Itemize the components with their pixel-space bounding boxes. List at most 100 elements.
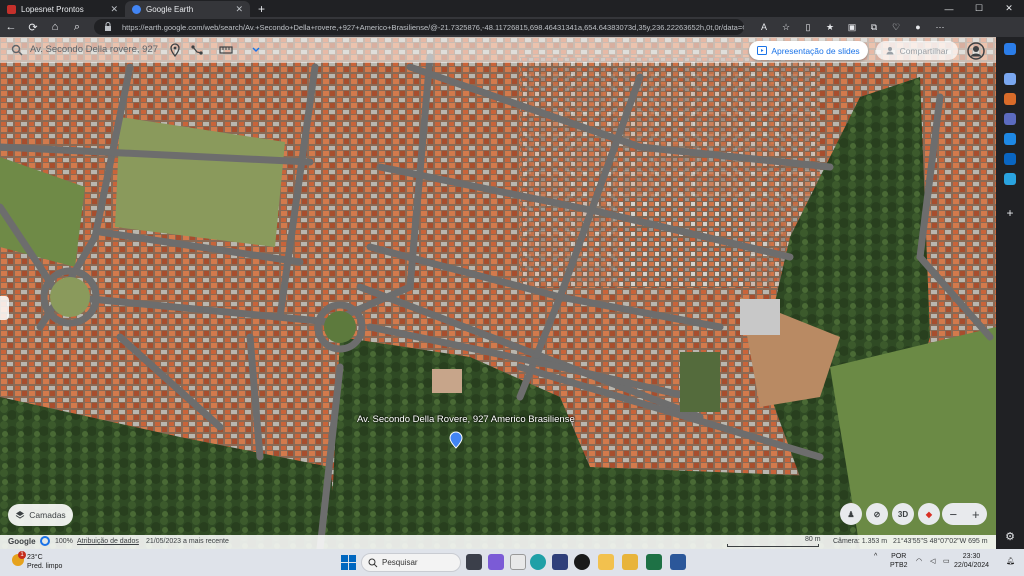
app-purple-icon[interactable] bbox=[488, 554, 504, 570]
collections-icon[interactable]: ▣ bbox=[844, 19, 860, 35]
earth-top-bar: Av. Secondo Della rovere, 927 Ameri Apre… bbox=[0, 37, 996, 63]
share-button[interactable]: Compartilhar bbox=[876, 41, 958, 60]
scale-bar bbox=[727, 544, 819, 547]
clock-time: 23:30 bbox=[962, 553, 981, 560]
imagery-date: 21/05/2023 a mais recente bbox=[146, 538, 229, 545]
close-icon[interactable]: ✕ bbox=[110, 4, 118, 15]
show-hidden-icons[interactable]: ^ bbox=[874, 552, 877, 561]
placemark-pin-icon[interactable] bbox=[449, 431, 463, 449]
folder-icon[interactable] bbox=[622, 554, 638, 570]
excel-icon[interactable] bbox=[646, 554, 662, 570]
data-attribution-link[interactable]: Atribuição de dados bbox=[77, 538, 139, 545]
street-view-button[interactable]: ♟ bbox=[840, 503, 862, 525]
camera-altitude: Câmera: 1.353 m bbox=[833, 538, 888, 545]
compass-icon: ⊘ bbox=[873, 509, 881, 519]
path-tool-icon[interactable] bbox=[190, 43, 204, 57]
refresh-icon[interactable]: ⟳ bbox=[22, 21, 44, 34]
home-icon[interactable]: ⌂ bbox=[44, 21, 66, 33]
outlook-icon[interactable] bbox=[1004, 153, 1016, 165]
site-info-icon[interactable] bbox=[104, 22, 112, 31]
store-icon[interactable] bbox=[552, 554, 568, 570]
search-icon[interactable]: ⌕ bbox=[66, 21, 88, 34]
keyboard-layout-label: PTB2 bbox=[890, 562, 908, 569]
dell-icon[interactable] bbox=[574, 554, 590, 570]
slideshow-button[interactable]: Apresentação de slides bbox=[749, 41, 868, 60]
google-earth-icon bbox=[132, 4, 141, 14]
window-controls: — ☐ ✕ bbox=[934, 0, 1024, 17]
url-text: https://earth.google.com/web/search/Av.+… bbox=[122, 22, 744, 32]
tab-lopesnet[interactable]: Lopesnet Prontos ✕ bbox=[0, 1, 125, 17]
address-bar[interactable]: https://earth.google.com/web/search/Av.+… bbox=[94, 19, 744, 35]
tag-icon[interactable] bbox=[1004, 73, 1016, 85]
favorite-star-icon[interactable]: ☆ bbox=[778, 19, 794, 35]
tools-icon[interactable] bbox=[1004, 113, 1016, 125]
taskbar-search-placeholder: Pesquisar bbox=[382, 558, 418, 567]
satellite-map[interactable] bbox=[0, 37, 996, 549]
app-generic-icon[interactable] bbox=[510, 554, 526, 570]
location-pin-icon[interactable] bbox=[168, 43, 182, 57]
account-icon[interactable] bbox=[966, 41, 986, 61]
extensions-icon[interactable]: ⧉ bbox=[866, 19, 882, 35]
notifications-bell-icon[interactable]: 🔔︎ bbox=[1006, 557, 1015, 566]
weather-description: Pred. limpo bbox=[27, 563, 63, 570]
wifi-icon[interactable]: ◠ bbox=[916, 557, 922, 566]
zoom-in-button[interactable]: + bbox=[972, 507, 980, 522]
placemark-label[interactable]: Av. Secondo Della Rovere, 927 Americo Br… bbox=[357, 414, 575, 425]
new-tab-button[interactable]: + bbox=[250, 1, 273, 17]
read-aloud-icon[interactable]: A bbox=[756, 19, 772, 35]
tab-google-earth[interactable]: Google Earth ✕ bbox=[125, 1, 250, 17]
layers-button[interactable]: Camadas bbox=[8, 504, 73, 526]
shopping-icon[interactable] bbox=[1004, 93, 1016, 105]
chevron-down-icon[interactable] bbox=[249, 43, 263, 57]
close-icon[interactable]: ✕ bbox=[235, 4, 243, 15]
battery-icon[interactable]: ▭ bbox=[943, 557, 950, 566]
toggle-3d-label: 3D bbox=[897, 509, 909, 519]
language-label: POR bbox=[891, 553, 907, 560]
more-icon[interactable]: ⋯ bbox=[932, 19, 948, 35]
north-arrow-icon: ◆ bbox=[925, 509, 933, 519]
compass-button[interactable]: ⊘ bbox=[866, 503, 888, 525]
clock[interactable]: 23:30 22/04/2024 bbox=[954, 552, 989, 570]
copilot-icon[interactable] bbox=[1004, 43, 1016, 55]
toggle-3d-button[interactable]: 3D bbox=[892, 503, 914, 525]
edge-sidebar: + ⚙ bbox=[996, 37, 1024, 549]
edge-icon[interactable] bbox=[530, 554, 546, 570]
heart-icon[interactable]: ♡ bbox=[888, 19, 904, 35]
scale-label: 80 m bbox=[805, 536, 821, 543]
add-sidebar-app-icon[interactable]: + bbox=[1004, 207, 1016, 219]
microsoft365-icon[interactable] bbox=[1004, 133, 1016, 145]
north-arrow-button[interactable]: ◆ bbox=[918, 503, 940, 525]
input-language[interactable]: POR PTB2 bbox=[890, 552, 908, 570]
volume-icon[interactable]: ◁ bbox=[930, 557, 935, 566]
person-add-icon bbox=[886, 47, 894, 55]
profile-icon[interactable]: ● bbox=[910, 19, 926, 35]
layers-icon bbox=[16, 511, 25, 519]
taskbar-search[interactable]: Pesquisar bbox=[361, 553, 461, 572]
task-view-icon[interactable] bbox=[466, 554, 482, 570]
clock-date: 22/04/2024 bbox=[954, 562, 990, 569]
zoom-control: − + bbox=[942, 503, 987, 525]
split-screen-icon[interactable]: ▯ bbox=[800, 19, 816, 35]
close-window-icon[interactable]: ✕ bbox=[994, 0, 1024, 17]
word-icon[interactable] bbox=[670, 554, 686, 570]
telegram-icon[interactable] bbox=[1004, 173, 1016, 185]
zoom-out-button[interactable]: − bbox=[949, 507, 957, 522]
windows-start-icon[interactable] bbox=[341, 555, 356, 570]
ruler-icon[interactable] bbox=[219, 43, 233, 57]
loading-progress-icon bbox=[40, 536, 50, 546]
minimize-icon[interactable]: — bbox=[934, 0, 964, 17]
sidebar-expand-handle[interactable] bbox=[0, 296, 9, 320]
status-bar: Google 100% Atribuição de dados 21/05/20… bbox=[0, 535, 996, 549]
maximize-icon[interactable]: ☐ bbox=[964, 0, 994, 17]
settings-gear-icon[interactable]: ⚙ bbox=[1004, 531, 1016, 543]
map-viewport[interactable] bbox=[0, 37, 996, 549]
tab-strip: Lopesnet Prontos ✕ Google Earth ✕ + — ☐ … bbox=[0, 0, 1024, 17]
layers-label: Camadas bbox=[29, 510, 66, 520]
search-input[interactable]: Av. Secondo Della rovere, 927 Ameri bbox=[30, 44, 160, 55]
back-icon[interactable]: ← bbox=[0, 21, 22, 33]
file-explorer-icon[interactable] bbox=[598, 554, 614, 570]
tab-title: Google Earth bbox=[146, 4, 194, 14]
favorites-icon[interactable]: ★ bbox=[822, 19, 838, 35]
notification-badge: 1 bbox=[18, 551, 26, 559]
search-icon[interactable] bbox=[11, 44, 23, 56]
